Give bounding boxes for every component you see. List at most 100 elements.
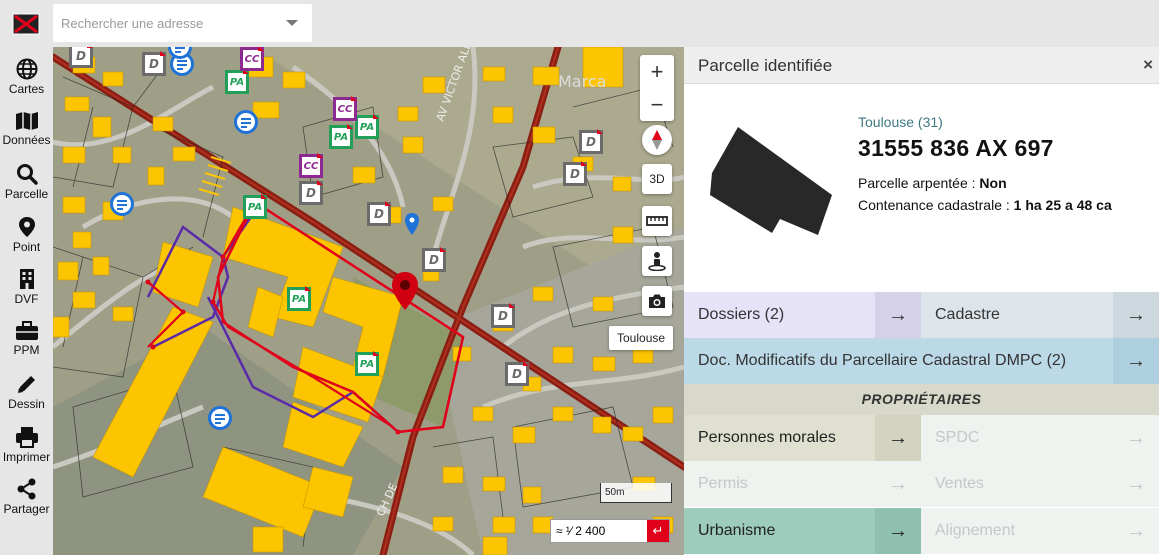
panel-header: Parcelle identifiée ×: [684, 47, 1159, 84]
app-logo-icon[interactable]: [12, 11, 40, 37]
pa-marker[interactable]: PA: [355, 114, 379, 139]
sidebar-label-parcelle: Parcelle: [4, 187, 49, 201]
info-marker-icon[interactable]: [110, 192, 134, 216]
toggle-3d-button[interactable]: 3D: [642, 164, 672, 194]
flag-icon: [347, 124, 353, 129]
permis-button: Permis →: [684, 461, 921, 507]
panel-title: Parcelle identifiée: [698, 56, 833, 75]
pa-marker[interactable]: PA: [243, 194, 267, 219]
flag-icon: [509, 303, 515, 308]
pa-marker[interactable]: PA: [225, 69, 249, 94]
flag-icon: [261, 194, 267, 199]
sidebar-item-imprimer[interactable]: Imprimer: [0, 426, 53, 476]
arrow-right-icon: →: [1126, 472, 1146, 495]
d-marker[interactable]: D: [579, 129, 603, 154]
pa-marker[interactable]: PA: [355, 351, 379, 376]
scale-bar: 50m: [600, 483, 672, 503]
map-view[interactable]: AV VICTOR ALLÈGRE CH DE Marca DDDDDDDDDP…: [53, 47, 684, 555]
flag-icon: [317, 153, 323, 158]
d-marker[interactable]: D: [69, 47, 93, 68]
parcel-arpentee-line: Parcelle arpentée : Non: [858, 175, 1007, 191]
chevron-down-icon[interactable]: [286, 20, 298, 26]
ruler-icon: [646, 216, 668, 226]
pencil-icon: [17, 376, 35, 393]
cc-marker[interactable]: CC: [299, 153, 323, 178]
sidebar-item-dvf[interactable]: DVF: [0, 268, 53, 318]
flag-icon: [523, 361, 529, 366]
street-view-button[interactable]: [642, 246, 672, 276]
sidebar-item-ppm[interactable]: PPM: [0, 321, 53, 371]
measure-button[interactable]: [642, 206, 672, 236]
ventes-button: Ventes →: [921, 461, 1159, 507]
parcel-panel: Parcelle identifiée × Toulouse (31) 3155…: [684, 47, 1159, 555]
pa-marker[interactable]: PA: [287, 286, 311, 311]
city-label: Toulouse: [609, 326, 674, 350]
d-marker[interactable]: D: [505, 361, 529, 386]
apply-scale-button[interactable]: ↵: [647, 520, 669, 542]
d-marker[interactable]: D: [422, 247, 446, 272]
svg-text:Marca: Marca: [558, 72, 606, 91]
compass-button[interactable]: [642, 125, 672, 155]
dossiers-button[interactable]: Dossiers (2) →: [684, 292, 921, 338]
arrow-right-icon: →: [1113, 292, 1159, 338]
d-marker[interactable]: D: [491, 303, 515, 328]
left-toolbar: Cartes Données Parcelle Point DVF PPM De…: [0, 0, 53, 555]
close-icon[interactable]: ×: [1143, 55, 1153, 75]
sidebar-item-donnees[interactable]: Données: [0, 111, 53, 161]
flag-icon: [351, 96, 357, 101]
cc-marker[interactable]: CC: [240, 47, 264, 71]
d-marker[interactable]: D: [299, 180, 323, 205]
blue-pin-icon[interactable]: [404, 212, 420, 236]
sidebar-label-ppm: PPM: [13, 343, 40, 357]
screenshot-button[interactable]: [642, 286, 672, 316]
d-marker[interactable]: D: [563, 161, 587, 186]
arrow-right-icon: →: [875, 415, 921, 461]
sidebar-label-point: Point: [12, 240, 41, 254]
d-marker[interactable]: D: [142, 51, 166, 76]
zoom-out-button[interactable]: −: [640, 88, 674, 121]
share-icon: [17, 478, 35, 500]
contenance-label: Contenance cadastrale :: [858, 197, 1014, 213]
zoom-in-button[interactable]: +: [640, 55, 674, 88]
sidebar-item-parcelle[interactable]: Parcelle: [0, 163, 53, 213]
flag-icon: [317, 180, 323, 185]
commune-name: Toulouse (31): [858, 114, 943, 130]
pin-icon: [18, 217, 35, 237]
sidebar-item-cartes[interactable]: Cartes: [0, 58, 53, 108]
camera-icon: [649, 294, 665, 308]
sidebar-item-dessin[interactable]: Dessin: [0, 373, 53, 423]
zoom-control: + −: [640, 55, 674, 121]
spdc-label: SPDC: [935, 429, 980, 446]
sidebar-label-imprimer: Imprimer: [2, 450, 51, 464]
permis-label: Permis: [698, 475, 748, 492]
arrow-right-icon: →: [875, 508, 921, 554]
flag-icon: [87, 47, 93, 48]
info-marker-icon[interactable]: [234, 110, 258, 134]
flag-icon: [440, 247, 446, 252]
sidebar-item-point[interactable]: Point: [0, 216, 53, 266]
flag-icon: [373, 114, 379, 119]
urbanisme-button[interactable]: Urbanisme →: [684, 508, 921, 554]
info-marker-icon[interactable]: [208, 406, 232, 430]
cadastre-label: Cadastre: [935, 306, 1000, 323]
sidebar-label-partager: Partager: [3, 502, 50, 516]
location-pin-icon[interactable]: [391, 271, 419, 311]
scale-input[interactable]: [551, 520, 647, 542]
cadastre-button[interactable]: Cadastre →: [921, 292, 1159, 338]
street-view-icon: [648, 252, 666, 271]
dmpc-button[interactable]: Doc. Modificatifs du Parcellaire Cadastr…: [684, 338, 1159, 384]
pa-marker[interactable]: PA: [329, 124, 353, 149]
sidebar-item-partager[interactable]: Partager: [0, 478, 53, 528]
flag-icon: [373, 351, 379, 356]
cc-marker[interactable]: CC: [333, 96, 357, 121]
building-icon: [19, 269, 34, 289]
contenance-line: Contenance cadastrale : 1 ha 25 a 48 ca: [858, 197, 1112, 213]
personnes-morales-label: Personnes morales: [698, 429, 836, 446]
personnes-morales-button[interactable]: Personnes morales →: [684, 415, 921, 461]
d-marker[interactable]: D: [367, 201, 391, 226]
sidebar-label-donnees: Données: [2, 133, 51, 147]
flag-icon: [581, 161, 587, 166]
map-icon: [15, 112, 38, 130]
address-search-input[interactable]: [53, 4, 283, 42]
spdc-button: SPDC →: [921, 415, 1159, 461]
